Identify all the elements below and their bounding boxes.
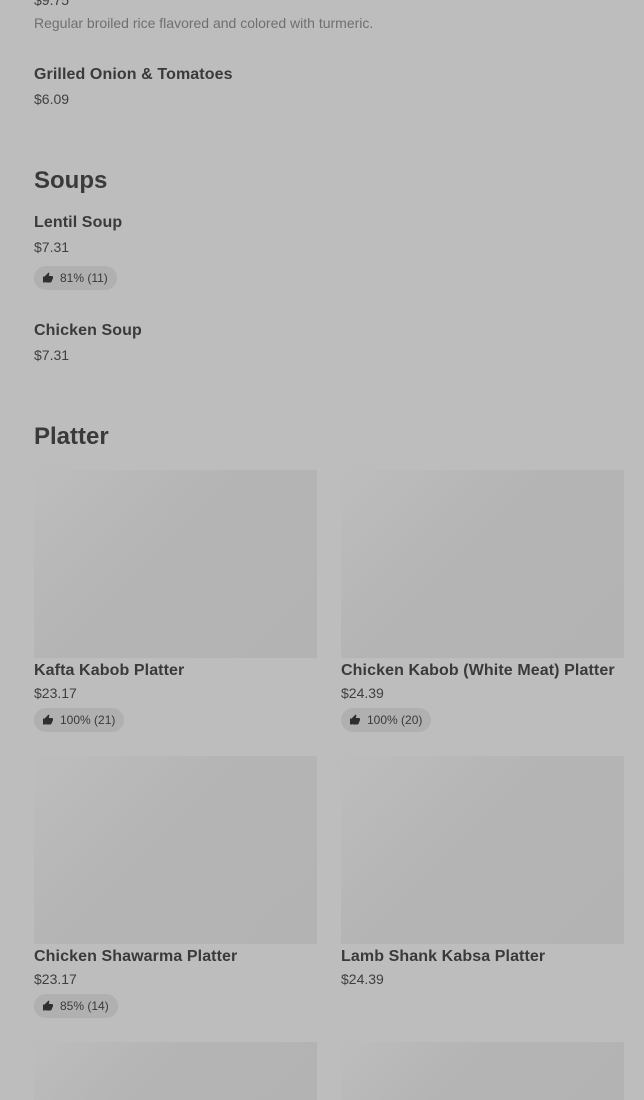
item-image-placeholder[interactable] <box>34 470 317 658</box>
item-name: Grilled Onion & Tomatoes <box>34 66 233 83</box>
item-image-placeholder[interactable] <box>341 470 624 658</box>
rating-badge: 100% (20) <box>341 708 432 732</box>
menu-item-lamb-shank-kabsa-platter[interactable]: Lamb Shank Kabsa Platter $24.39 <box>341 948 624 987</box>
menu-item-chicken-kabob-platter[interactable]: Chicken Kabob (White Meat) Platter $24.3… <box>341 662 641 701</box>
rating-badge: 81% (11) <box>34 266 117 290</box>
rating-badge: 85% (14) <box>34 994 118 1018</box>
menu-item-lentil-soup[interactable]: Lentil Soup $7.31 <box>34 214 434 255</box>
menu-item-grilled-onion-tomatoes[interactable]: Grilled Onion & Tomatoes $6.09 <box>34 66 434 107</box>
item-image-placeholder[interactable] <box>34 1042 317 1100</box>
partial-item-price: $9.75 <box>34 0 70 8</box>
thumbs-up-icon <box>350 714 360 725</box>
item-name: Chicken Shawarma Platter <box>34 948 238 965</box>
item-name: Lentil Soup <box>34 214 123 231</box>
item-price: $24.39 <box>341 971 384 987</box>
item-name: Chicken Kabob (White Meat) Platter <box>341 662 615 679</box>
menu-item-chicken-shawarma-platter[interactable]: Chicken Shawarma Platter $23.17 <box>34 948 317 987</box>
item-price: $7.31 <box>34 239 70 255</box>
item-image-placeholder[interactable] <box>341 756 624 944</box>
item-name: Chicken Soup <box>34 322 142 339</box>
item-image-placeholder[interactable] <box>341 1042 624 1100</box>
rice-description: Regular broiled rice flavored and colore… <box>34 15 374 31</box>
rating-text: 81% (11) <box>60 271 108 285</box>
item-price: $23.17 <box>34 685 77 701</box>
rating-text: 85% (14) <box>60 999 109 1013</box>
menu-item-chicken-soup[interactable]: Chicken Soup $7.31 <box>34 322 434 363</box>
thumbs-up-icon <box>43 714 53 725</box>
item-price: $7.31 <box>34 347 70 363</box>
section-title-soups: Soups <box>34 167 108 194</box>
item-image-placeholder[interactable] <box>34 756 317 944</box>
item-price: $23.17 <box>34 971 77 987</box>
section-title-platter: Platter <box>34 423 109 450</box>
menu-page: $9.75 Regular broiled rice flavored and … <box>0 0 644 1100</box>
thumbs-up-icon <box>43 1000 53 1011</box>
item-price: $24.39 <box>341 685 384 701</box>
item-name: Lamb Shank Kabsa Platter <box>341 948 546 965</box>
menu-item-kafta-kabob-platter[interactable]: Kafta Kabob Platter $23.17 <box>34 662 317 701</box>
rating-badge: 100% (21) <box>34 708 125 732</box>
item-name: Kafta Kabob Platter <box>34 662 185 679</box>
thumbs-up-icon <box>43 272 53 283</box>
item-price: $6.09 <box>34 91 70 107</box>
rating-text: 100% (21) <box>60 713 116 727</box>
rating-text: 100% (20) <box>367 713 423 727</box>
